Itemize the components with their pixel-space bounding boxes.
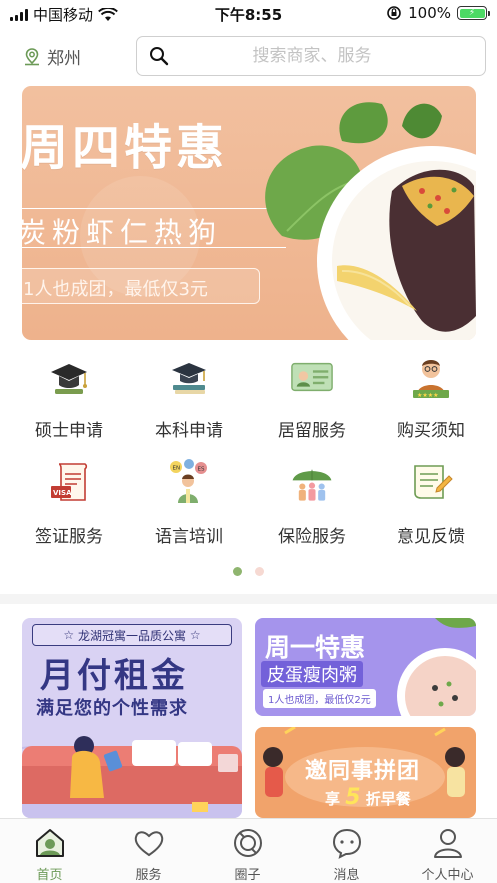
promo-banner[interactable]: 周四特惠 炭粉虾仁热狗 1人也成团，最低仅3元 bbox=[22, 86, 476, 340]
grid-item-label: 意见反馈 bbox=[397, 527, 465, 547]
status-right: 100% ⚡ bbox=[386, 4, 490, 22]
banner-title: 周四特惠 bbox=[22, 120, 229, 176]
tab-label: 消息 bbox=[333, 868, 360, 883]
banner-tag-text: 1人也成团，最低仅3元 bbox=[23, 279, 208, 300]
promo-rent-brand: ☆ 龙湖冠寓一品质公寓 ☆ bbox=[32, 624, 232, 646]
graduation-cap-icon bbox=[47, 352, 91, 402]
tab-service[interactable]: 服务 bbox=[99, 825, 198, 883]
bottom-tab-bar: 首页 服务 圈子 消息 个人中心 bbox=[0, 818, 497, 883]
grid-item-label: 本科申请 bbox=[155, 421, 223, 441]
promo-rent-subtitle: 满足您的个性需求 bbox=[36, 698, 188, 719]
svg-text:★★★★: ★★★★ bbox=[417, 392, 439, 399]
grid-item-language-training[interactable]: EN ES 语言培训 bbox=[127, 458, 251, 558]
battery-icon: ⚡ bbox=[457, 6, 490, 20]
grid-item-label: 购买须知 bbox=[397, 421, 465, 441]
grid-item-feedback[interactable]: 意见反馈 bbox=[369, 458, 493, 558]
tab-label: 圈子 bbox=[234, 868, 261, 883]
promo-rent-title: 月付租金 bbox=[40, 656, 188, 696]
grid-item-label: 硕士申请 bbox=[35, 421, 103, 441]
orientation-lock-icon bbox=[387, 6, 401, 20]
promo-monday-title: 周一特惠 bbox=[265, 633, 366, 662]
promo-group-title: 邀同事拼团 bbox=[305, 759, 421, 784]
city-name: 郑州 bbox=[47, 49, 81, 69]
residence-card-icon bbox=[290, 352, 334, 402]
banner-subtitle: 炭粉虾仁热狗 bbox=[22, 216, 223, 249]
circle-icon bbox=[234, 829, 262, 857]
grid-item-label: 签证服务 bbox=[35, 527, 103, 547]
grid-item-undergrad-application[interactable]: 本科申请 bbox=[127, 352, 251, 452]
promo-card-group-buy[interactable]: 邀同事拼团 享 5 折早餐 bbox=[255, 727, 476, 818]
message-icon bbox=[332, 828, 362, 859]
grid-item-residence-service[interactable]: 居留服务 bbox=[250, 352, 374, 452]
tab-home[interactable]: 首页 bbox=[0, 825, 99, 883]
grid-item-label: 保险服务 bbox=[278, 527, 346, 547]
search-box[interactable] bbox=[136, 36, 486, 76]
grid-item-masters-application[interactable]: 硕士申请 bbox=[7, 352, 131, 452]
umbrella-family-icon bbox=[290, 458, 334, 508]
tab-messages[interactable]: 消息 bbox=[297, 825, 396, 883]
section-divider bbox=[0, 594, 497, 604]
heart-icon bbox=[134, 831, 164, 857]
tab-label: 个人中心 bbox=[421, 868, 474, 883]
language-speaker-icon: EN ES bbox=[167, 458, 211, 508]
promo-rent-illustration bbox=[22, 736, 242, 818]
pager-dot-active[interactable] bbox=[233, 567, 242, 576]
battery-percent: 100% bbox=[408, 4, 451, 22]
location-pin-icon bbox=[25, 47, 39, 65]
visa-scroll-icon: VISA bbox=[47, 458, 91, 508]
promo-porridge-image bbox=[397, 618, 476, 716]
promo-monday-subtitle: 皮蛋瘦肉粥 bbox=[261, 661, 363, 687]
tab-label: 服务 bbox=[135, 868, 162, 883]
promo-card-rent[interactable]: ☆ 龙湖冠寓一品质公寓 ☆ 月付租金 满足您的个性需求 bbox=[22, 618, 242, 818]
grid-item-purchase-notice[interactable]: ★★★★ 购买须知 bbox=[369, 352, 493, 452]
grid-item-visa-service[interactable]: VISA 签证服务 bbox=[7, 458, 131, 558]
promo-monday-tag: 1人也成团，最低仅2元 bbox=[263, 689, 376, 708]
notice-person-icon: ★★★★ bbox=[409, 352, 453, 402]
promo-group-subtitle: 享 5 折早餐 bbox=[325, 785, 411, 810]
grid-item-insurance-service[interactable]: 保险服务 bbox=[250, 458, 374, 558]
home-icon bbox=[36, 829, 64, 857]
search-icon bbox=[150, 47, 169, 66]
tab-circle[interactable]: 圈子 bbox=[198, 825, 297, 883]
banner-tag: 1人也成团，最低仅3元 bbox=[22, 268, 260, 304]
mortarboard-book-icon bbox=[167, 352, 211, 402]
pager-dots bbox=[0, 567, 497, 577]
status-bar: 中国移动 下午8:55 100% ⚡ bbox=[0, 0, 497, 28]
city-selector[interactable]: 郑州 bbox=[22, 44, 81, 69]
search-input[interactable] bbox=[179, 46, 485, 66]
banner-food-image bbox=[265, 102, 476, 340]
pager-dot[interactable] bbox=[255, 567, 264, 576]
tab-label: 首页 bbox=[36, 868, 63, 883]
tab-profile[interactable]: 个人中心 bbox=[398, 825, 497, 883]
svg-text:ES: ES bbox=[198, 467, 205, 473]
svg-text:EN: EN bbox=[173, 466, 181, 472]
svg-text:VISA: VISA bbox=[53, 489, 72, 497]
header: 郑州 bbox=[0, 36, 497, 76]
grid-item-label: 居留服务 bbox=[278, 421, 346, 441]
grid-item-label: 语言培训 bbox=[155, 527, 223, 547]
feedback-note-icon bbox=[409, 458, 453, 508]
promo-card-monday[interactable]: 周一特惠 皮蛋瘦肉粥 1人也成团，最低仅2元 bbox=[255, 618, 476, 716]
person-icon bbox=[434, 829, 462, 858]
